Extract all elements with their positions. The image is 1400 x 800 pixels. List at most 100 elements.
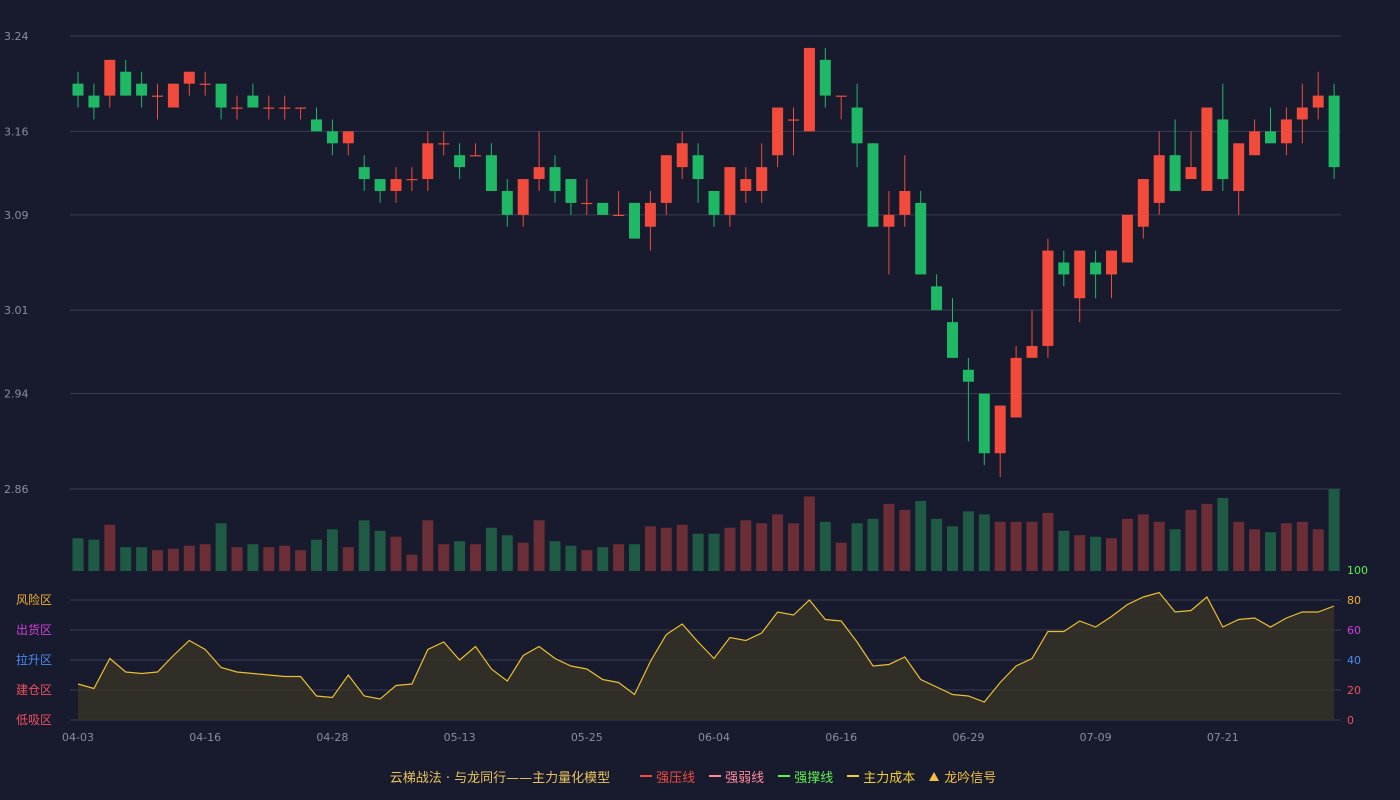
candle-body (485, 155, 497, 191)
volume-bar (501, 535, 513, 571)
volume-bar (883, 503, 895, 571)
volume-bar (120, 547, 132, 571)
volume-bar (947, 526, 958, 571)
volume-bar (215, 523, 227, 571)
legend-item-strength-line[interactable]: 强弱线 (709, 767, 764, 786)
candle-body (724, 167, 736, 215)
volume-bar (1058, 530, 1070, 571)
x-tick-label: 06-04 (698, 731, 730, 744)
volume-bar (581, 550, 593, 571)
volume-bar (565, 545, 577, 571)
candle-body (740, 179, 752, 191)
volume-bar (454, 541, 466, 571)
price-tick-label: 3.09 (4, 209, 29, 222)
volume-bar (104, 524, 116, 571)
candle-body (899, 190, 911, 215)
volume-bar (152, 550, 163, 571)
candle-body (470, 155, 481, 157)
legend-item-resistance-line[interactable]: 强压线 (640, 767, 695, 786)
volume-bar (72, 538, 84, 571)
candle-body (311, 119, 322, 132)
candle-body (565, 179, 577, 203)
candle-body (152, 95, 163, 97)
price-tick-label: 3.24 (4, 30, 29, 43)
candle-body (104, 59, 116, 96)
candle-body (374, 179, 386, 191)
candle-body (915, 202, 927, 275)
volume-bar (136, 547, 148, 571)
legend-item-main-cost[interactable]: 主力成本 (847, 767, 915, 786)
candle-body (1233, 143, 1245, 191)
candle-body (962, 369, 974, 382)
candlestick-chart: 3.24 3.16 3.09 3.01 2.94 2.86 0 20 40 60 80 100 风险区出… (4, 30, 1368, 744)
candle-body (597, 202, 609, 215)
volume-bar (819, 521, 831, 571)
volume-bar (342, 547, 354, 571)
legend-mark-strength (709, 775, 722, 777)
x-tick-label: 04-28 (316, 731, 348, 744)
candle-body (167, 83, 179, 108)
volume-bar (358, 520, 370, 571)
volume-bar (1312, 529, 1324, 571)
candle-body (263, 107, 275, 109)
volume-bar (1010, 521, 1022, 571)
legend-mark-main-cost (847, 775, 860, 777)
oscillator-zone-label: 出货区 (16, 622, 52, 637)
volume-bar (1074, 535, 1086, 571)
legend-item-support-line[interactable]: 强撑线 (778, 767, 833, 786)
volume-bar (851, 523, 863, 571)
volume-bar (263, 547, 275, 571)
chart-legend: 云梯战法 · 与龙同行——主力量化模型 强压线 强弱线 强撑线 主力成本 龙吟信… (0, 766, 1400, 786)
volume-bar (740, 520, 752, 571)
price-tick-label: 3.01 (4, 304, 29, 317)
legend-label-dragon-signal: 龙吟信号 (944, 770, 997, 786)
volume-bar (1121, 518, 1133, 571)
candle-body (1280, 119, 1292, 144)
volume-bar (708, 533, 720, 571)
volume-bar (295, 550, 307, 571)
legend-label-resistance: 强压线 (656, 770, 696, 786)
oscillator-tick-label: 20 (1347, 684, 1361, 697)
candle-body (1026, 345, 1038, 358)
candle-body (1074, 250, 1086, 299)
volume-bar (1280, 523, 1292, 571)
triangle-icon (929, 771, 940, 781)
candle-body (88, 95, 100, 108)
x-tick-label: 05-25 (571, 731, 603, 744)
candle-body (1201, 107, 1213, 191)
x-tick-label: 04-16 (189, 731, 221, 744)
x-tick-label: 06-29 (952, 731, 984, 744)
legend-item-dragon-signal[interactable]: 龙吟信号 (929, 767, 996, 786)
candle-body (183, 71, 195, 84)
volume-bar (835, 542, 847, 571)
candle-body (72, 83, 84, 96)
volume-bar (1328, 489, 1340, 571)
volume-bar (279, 545, 291, 571)
legend-label-strength: 强弱线 (725, 770, 765, 786)
candle-body (549, 167, 561, 191)
x-tick-label: 05-13 (444, 731, 476, 744)
volume-bar (1296, 521, 1308, 571)
candle-body (326, 131, 338, 144)
candle-body (342, 131, 354, 144)
oscillator-zone-label: 拉升区 (16, 652, 52, 667)
volume-bar (772, 514, 784, 571)
volume-bar (660, 527, 672, 571)
candle-body (629, 202, 640, 239)
volume-bar (1185, 509, 1197, 571)
volume-bar (692, 533, 704, 571)
volume-bar (867, 518, 879, 571)
volume-bar (1217, 497, 1229, 571)
legend-mark-support (778, 775, 791, 777)
candle-body (136, 83, 148, 96)
candle-body (676, 143, 688, 168)
candle-body (994, 405, 1006, 454)
volume-bar (788, 523, 799, 571)
oscillator-tick-label: 100 (1347, 564, 1368, 577)
volume-bar (644, 526, 656, 571)
candle-body (406, 179, 418, 181)
candle-body (517, 179, 529, 215)
candle-body (708, 190, 720, 215)
legend-title: 云梯战法 · 与龙同行——主力量化模型 (389, 770, 611, 786)
candle-body (231, 107, 243, 109)
